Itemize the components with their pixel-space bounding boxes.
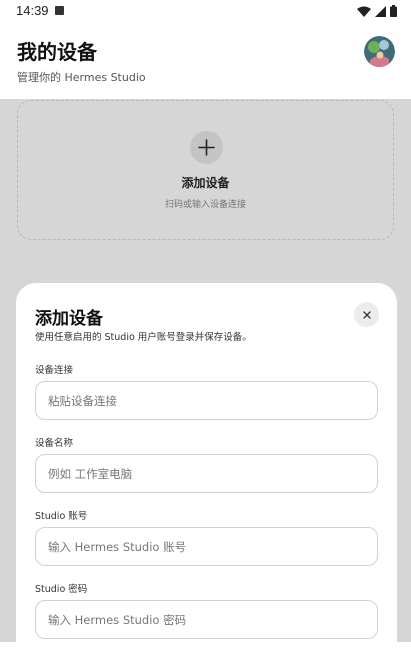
status-icons xyxy=(357,4,397,18)
avatar[interactable] xyxy=(364,36,395,67)
sheet-description: 使用任意启用的 Studio 用户账号登录并保存设备。 xyxy=(35,332,252,343)
page-subtitle: 管理你的 Hermes Studio xyxy=(17,71,146,84)
add-device-sheet: 添加设备 使用任意启用的 Studio 用户账号登录并保存设备。 设备连接 设备… xyxy=(16,283,397,663)
notification-icon xyxy=(55,6,64,15)
avatar-image xyxy=(364,36,395,67)
status-time: 14:39 xyxy=(16,3,49,18)
device-name-label: 设备名称 xyxy=(35,438,74,449)
add-button[interactable] xyxy=(190,131,223,164)
studio-password-label: Studio 密码 xyxy=(35,584,88,595)
wifi-icon xyxy=(357,6,371,17)
add-device-label: 添加设备 xyxy=(181,176,230,190)
device-link-input[interactable] xyxy=(35,381,378,420)
studio-password-input[interactable] xyxy=(35,600,378,639)
app-header: 我的设备 管理你的 Hermes Studio xyxy=(0,22,411,99)
studio-account-label: Studio 账号 xyxy=(35,511,88,522)
page-title: 我的设备 xyxy=(17,40,97,64)
device-link-label: 设备连接 xyxy=(35,365,74,376)
close-icon xyxy=(362,310,371,319)
add-device-card[interactable]: 添加设备 扫码或输入设备连接 xyxy=(17,100,394,240)
close-button[interactable] xyxy=(354,302,379,327)
sheet-title: 添加设备 xyxy=(35,309,103,329)
cellular-icon xyxy=(375,5,386,17)
plus-icon xyxy=(198,139,215,156)
device-name-input[interactable] xyxy=(35,454,378,493)
battery-icon xyxy=(390,5,397,17)
add-device-hint: 扫码或输入设备连接 xyxy=(164,200,246,210)
studio-account-input[interactable] xyxy=(35,527,378,566)
status-bar: 14:39 xyxy=(0,0,411,22)
